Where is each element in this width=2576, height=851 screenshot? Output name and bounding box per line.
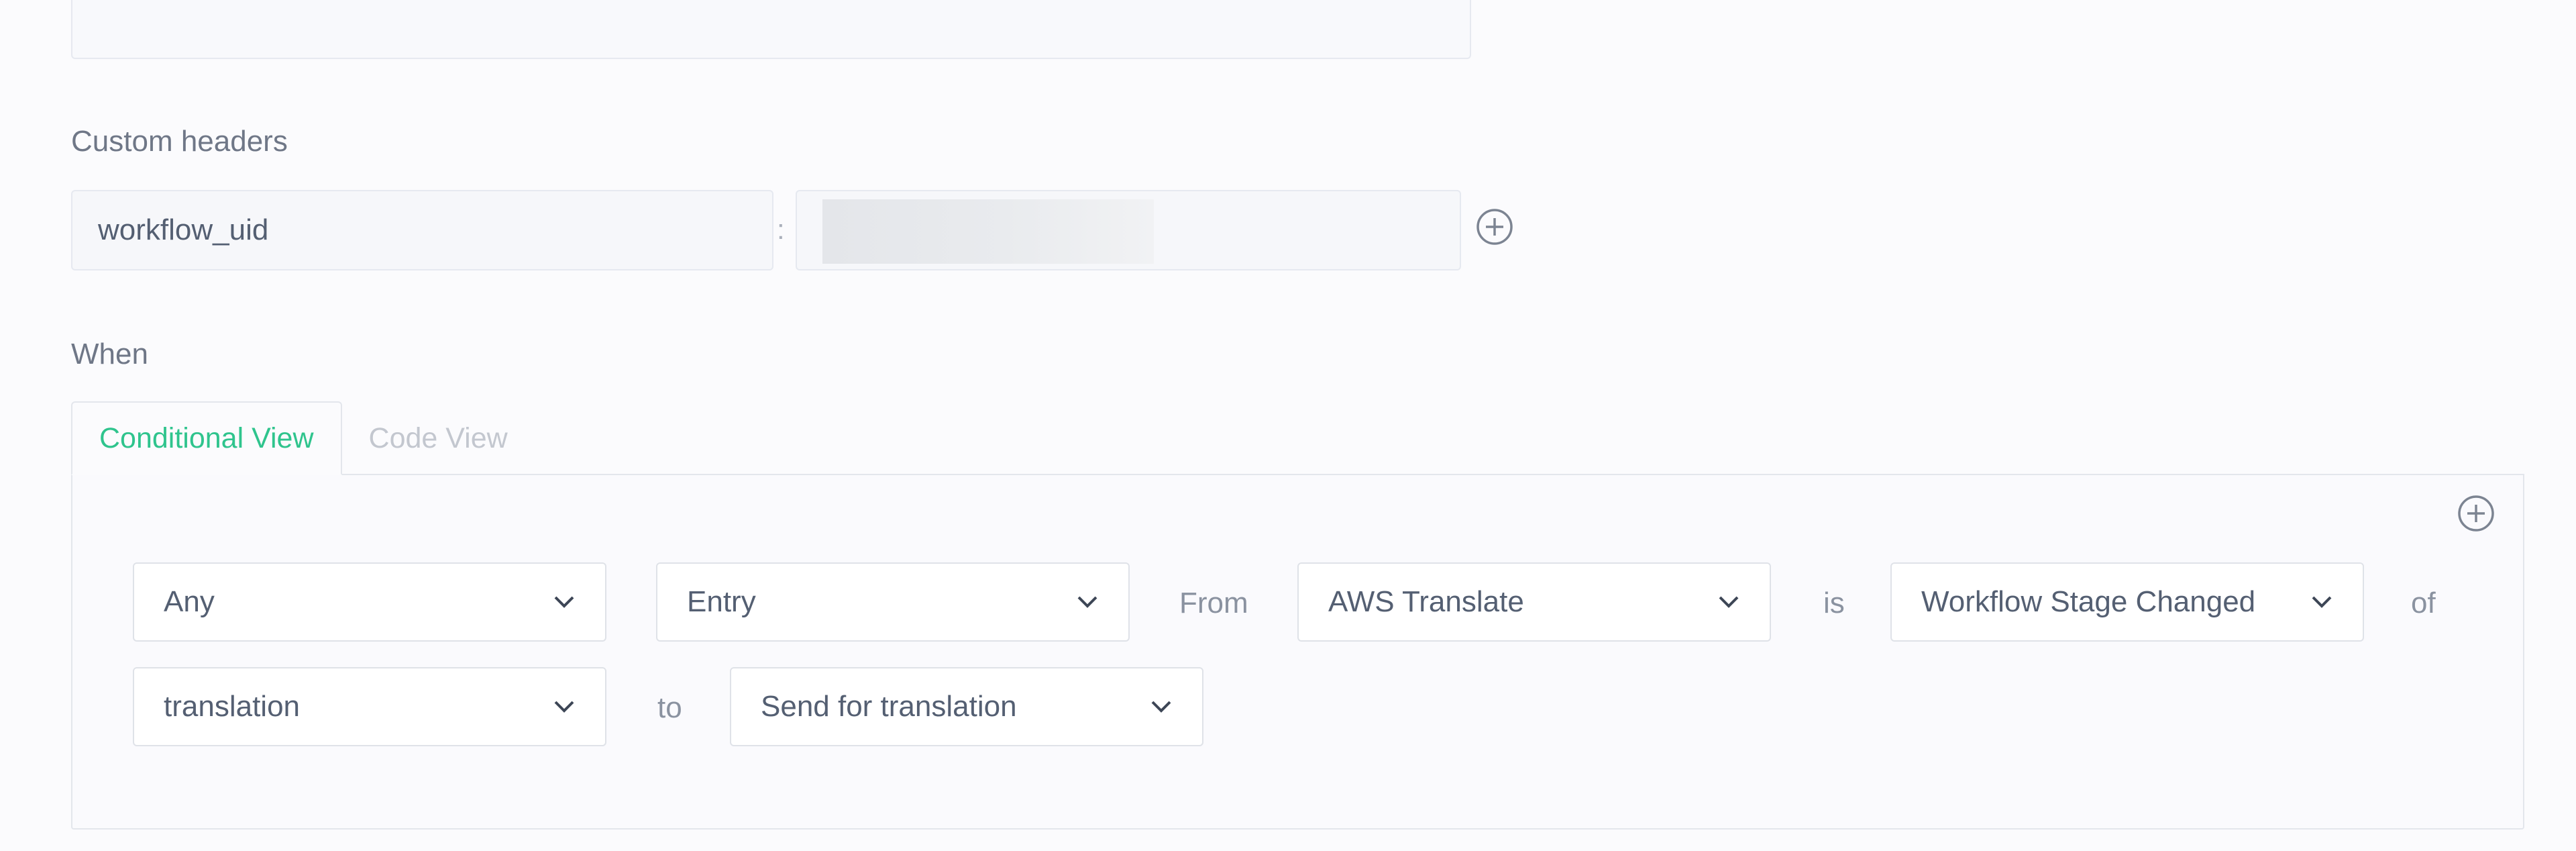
scope-select-value: Any [164, 585, 215, 618]
custom-header-key-input[interactable]: workflow_uid [71, 190, 773, 270]
content-type-select-value: Entry [687, 585, 756, 618]
view-tabs: Conditional View Code View [71, 401, 535, 475]
redacted-value [822, 199, 1154, 264]
from-text: From [1179, 587, 1248, 619]
stage-select[interactable]: Send for translation [730, 667, 1203, 746]
custom-header-key-value: workflow_uid [98, 213, 269, 246]
tab-conditional-view[interactable]: Conditional View [71, 401, 342, 475]
top-input-field[interactable] [71, 0, 1471, 59]
custom-headers-label: Custom headers [71, 125, 288, 158]
source-select-value: AWS Translate [1328, 585, 1524, 618]
when-label: When [71, 338, 148, 370]
add-header-plus-icon[interactable] [1475, 207, 1514, 246]
to-text: to [657, 691, 682, 724]
chevron-down-icon [2310, 591, 2333, 613]
source-select[interactable]: AWS Translate [1297, 562, 1771, 642]
scope-select[interactable]: Any [133, 562, 606, 642]
event-select-value: Workflow Stage Changed [1921, 585, 2256, 618]
chevron-down-icon [1717, 591, 1740, 613]
header-separator: : [777, 213, 785, 245]
workflow-select-value: translation [164, 690, 301, 723]
event-select[interactable]: Workflow Stage Changed [1890, 562, 2364, 642]
is-text: is [1823, 587, 1845, 619]
of-text: of [2411, 587, 2436, 619]
chevron-down-icon [553, 695, 576, 718]
custom-header-value-input[interactable] [796, 190, 1461, 270]
chevron-down-icon [553, 591, 576, 613]
workflow-select[interactable]: translation [133, 667, 606, 746]
content-type-select[interactable]: Entry [656, 562, 1130, 642]
chevron-down-icon [1150, 695, 1173, 718]
conditional-view-panel: Any Entry From AWS Translate is Workflow… [71, 474, 2524, 830]
tab-code-view[interactable]: Code View [342, 401, 535, 475]
add-condition-plus-icon[interactable] [2457, 494, 2496, 533]
stage-select-value: Send for translation [761, 690, 1017, 723]
chevron-down-icon [1076, 591, 1099, 613]
